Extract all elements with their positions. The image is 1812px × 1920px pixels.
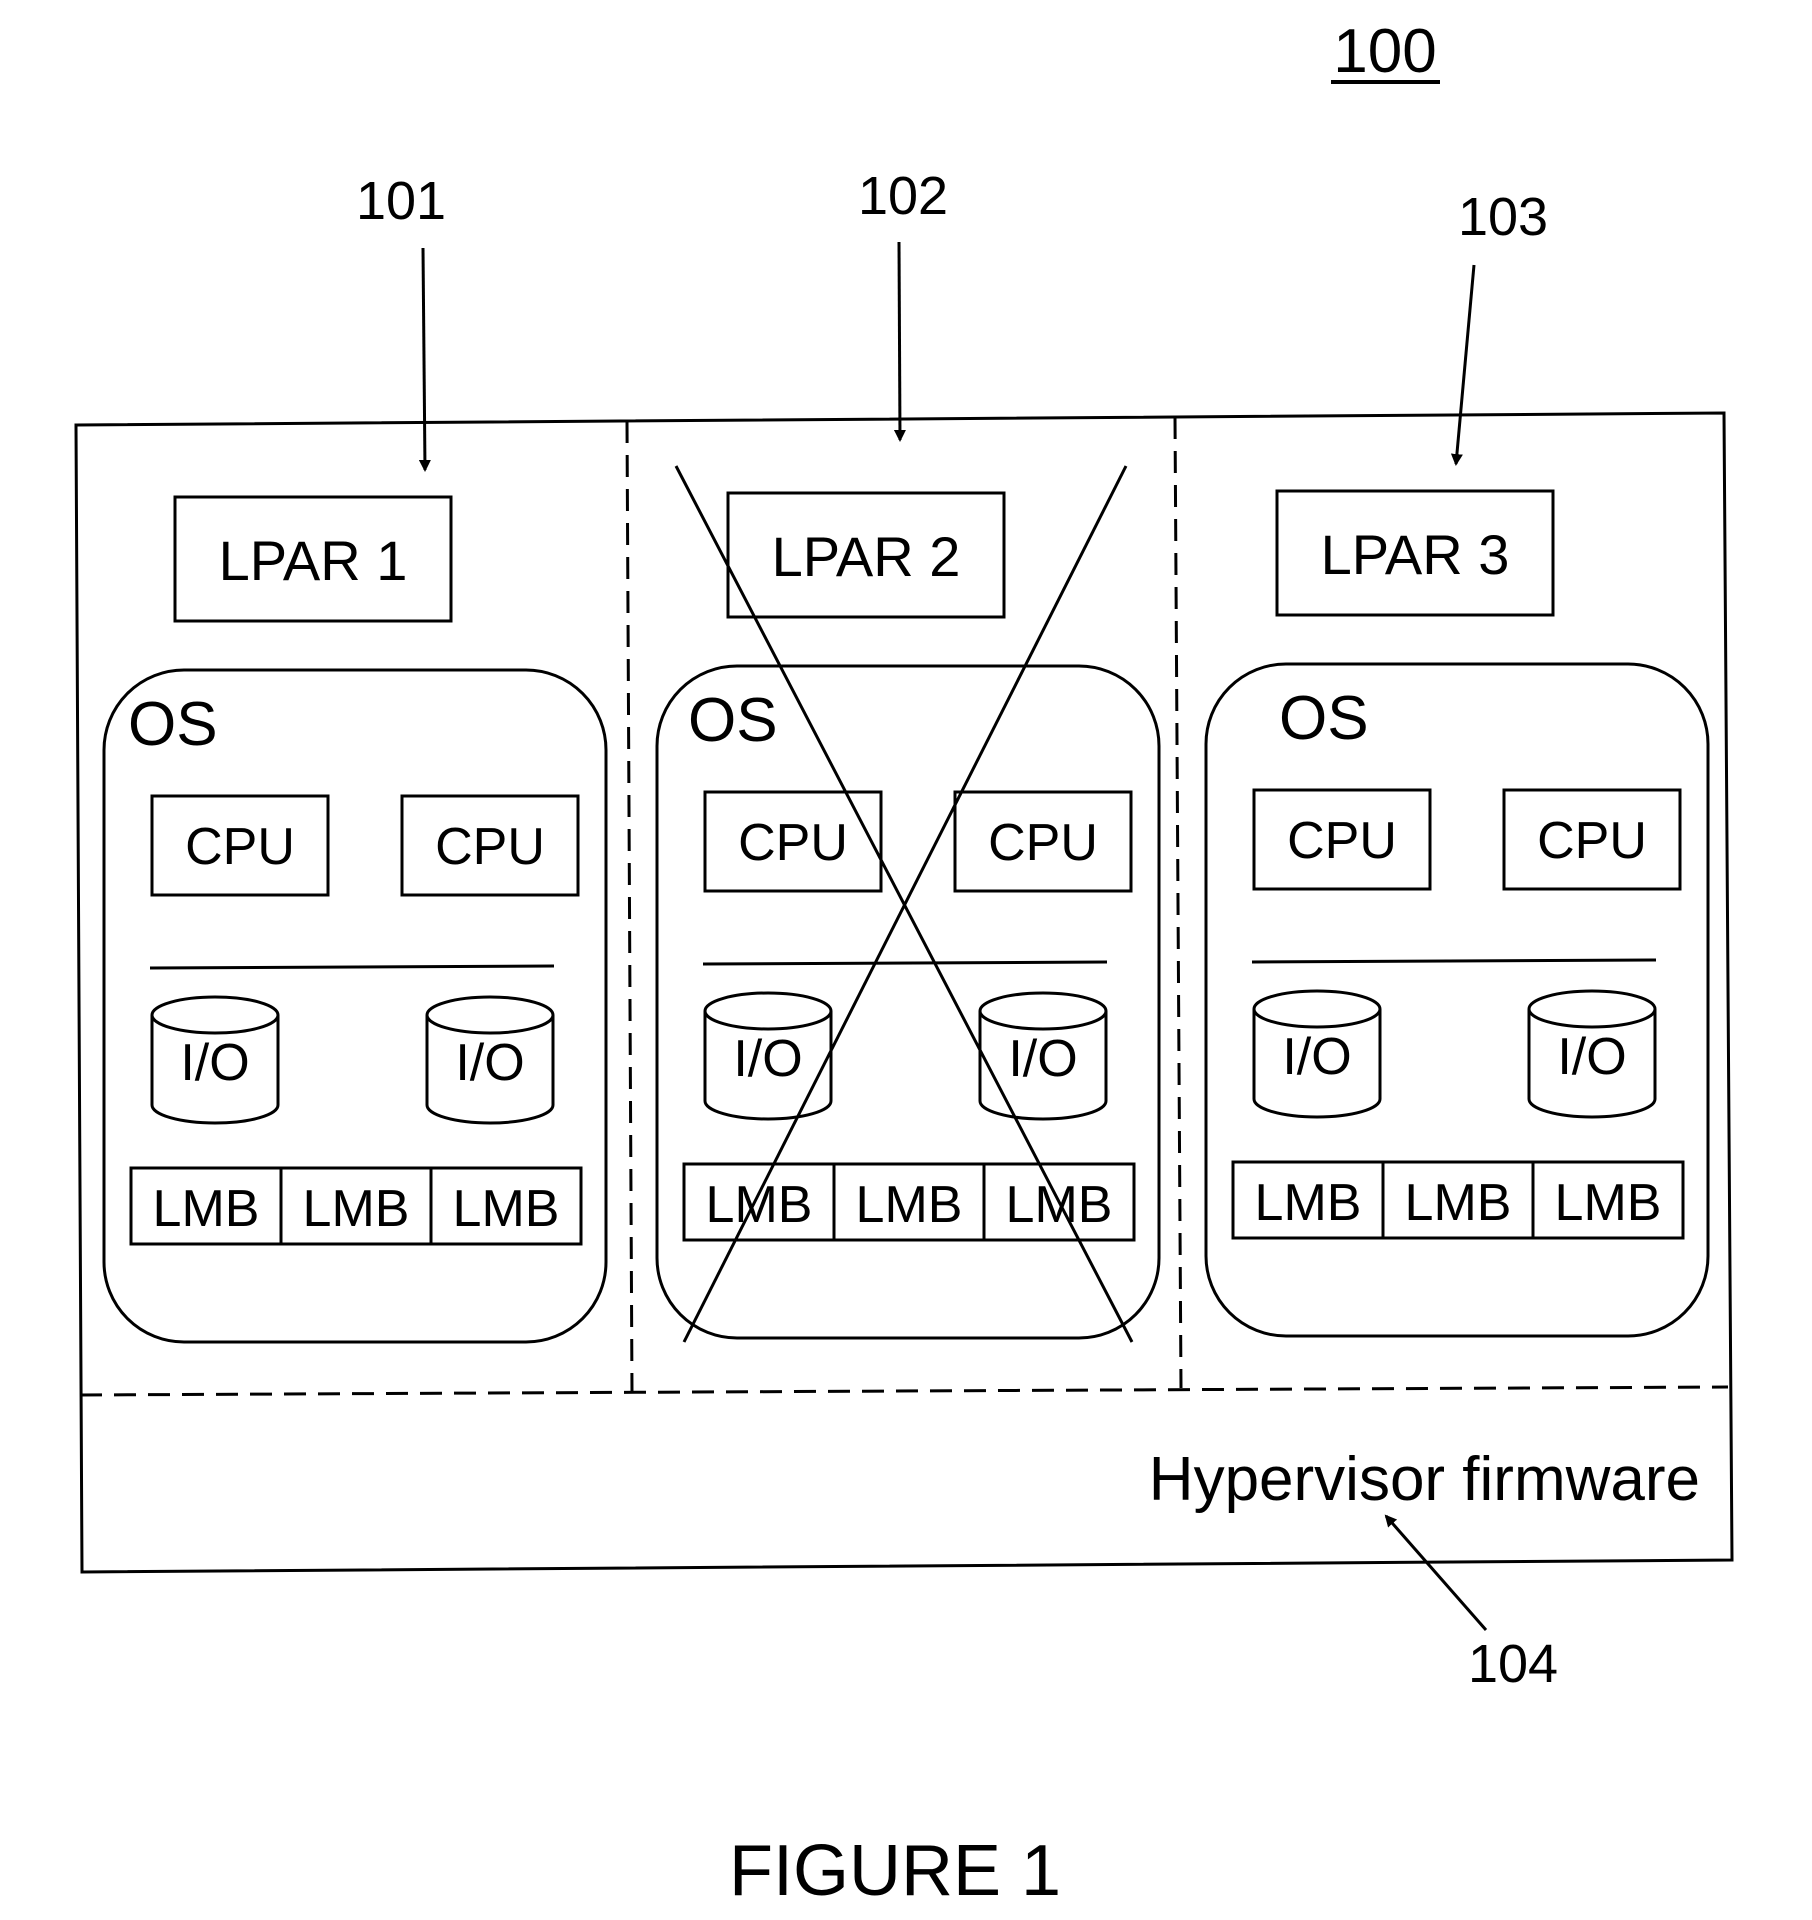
cpu-label: CPU: [185, 818, 295, 876]
figure-1-diagram: 100 101 102 103 LPAR 1OSCPU CPUI/O I/OLMB L…: [74, 17, 1734, 1911]
os-label: OS: [128, 690, 218, 759]
partition-divider-2: [1173, 416, 1183, 1389]
os-separator: [702, 960, 1108, 966]
cpu-label: CPU: [1287, 812, 1397, 870]
ref-104-text: 104: [1468, 1634, 1558, 1694]
lmb-label: LMB: [1255, 1174, 1362, 1232]
os-container: [655, 664, 1161, 1340]
cpu-label: CPU: [1537, 812, 1647, 870]
lpar-title: LPAR 1: [219, 529, 408, 592]
os-container: [1204, 662, 1710, 1338]
lmb-label: LMB: [706, 1176, 813, 1234]
figure-number-text: 100: [1333, 17, 1436, 86]
os-separator: [149, 964, 555, 970]
io-label: I/O: [733, 1030, 802, 1088]
partition-lpar2: LPAR 2OSCPUCPUI/OI/OLMBLMBLMB: [655, 491, 1161, 1340]
lmb-label: LMB: [153, 1180, 260, 1238]
io-label: I/O: [1008, 1030, 1077, 1088]
lmb-label: LMB: [303, 1180, 410, 1238]
ref-104: 104: [1384, 1514, 1558, 1694]
figure-number: 100: [1331, 17, 1440, 86]
ref-104-arrow: [1384, 1514, 1488, 1631]
io-label: I/O: [1282, 1028, 1351, 1086]
lmb-label: LMB: [453, 1180, 560, 1238]
partition-lpar3: LPAR 3 OS CPU CPU I/O I/O LMB LMB LMB: [1204, 489, 1710, 1338]
lmb-label: LMB: [1405, 1174, 1512, 1232]
ref-102-text: 102: [858, 166, 948, 226]
os-label: OS: [1279, 684, 1369, 753]
io-label: I/O: [455, 1034, 524, 1092]
partition-divider-1: [625, 420, 634, 1393]
partitions: LPAR 1 OS CPU CPU I/O I/O LMB LMB LMB LPAR 2 OS CPU…: [102, 489, 1710, 1344]
ref-101-arrow: [418, 247, 431, 472]
ref-102: 102: [858, 166, 948, 442]
lpar-title: LPAR 2: [772, 525, 961, 588]
figure-caption: FIGURE 1: [729, 1831, 1061, 1911]
hypervisor-label: Hypervisor firmware: [1149, 1445, 1700, 1514]
partition-lpar1: LPAR 1 OS CPU CPU I/O I/O LMB LMB LMB: [102, 495, 608, 1344]
cpu-label: CPU: [738, 814, 848, 872]
ref-103-text: 103: [1458, 187, 1548, 247]
os-separator: [1251, 958, 1657, 964]
io-label: I/O: [1557, 1028, 1626, 1086]
ref-103-arrow: [1450, 264, 1476, 466]
os-container: [102, 668, 608, 1344]
hypervisor-boundary: [79, 1385, 1729, 1397]
os-label: OS: [688, 686, 778, 755]
cpu-label: CPU: [988, 814, 1098, 872]
lmb-label: LMB: [856, 1176, 963, 1234]
ref-103: 103: [1450, 187, 1548, 466]
io-label: I/O: [180, 1034, 249, 1092]
ref-101: 101: [356, 171, 446, 472]
lpar-title: LPAR 3: [1321, 523, 1510, 586]
cpu-label: CPU: [435, 818, 545, 876]
ref-101-text: 101: [356, 171, 446, 231]
lmb-label: LMB: [1555, 1174, 1662, 1232]
ref-102-arrow: [893, 241, 906, 442]
